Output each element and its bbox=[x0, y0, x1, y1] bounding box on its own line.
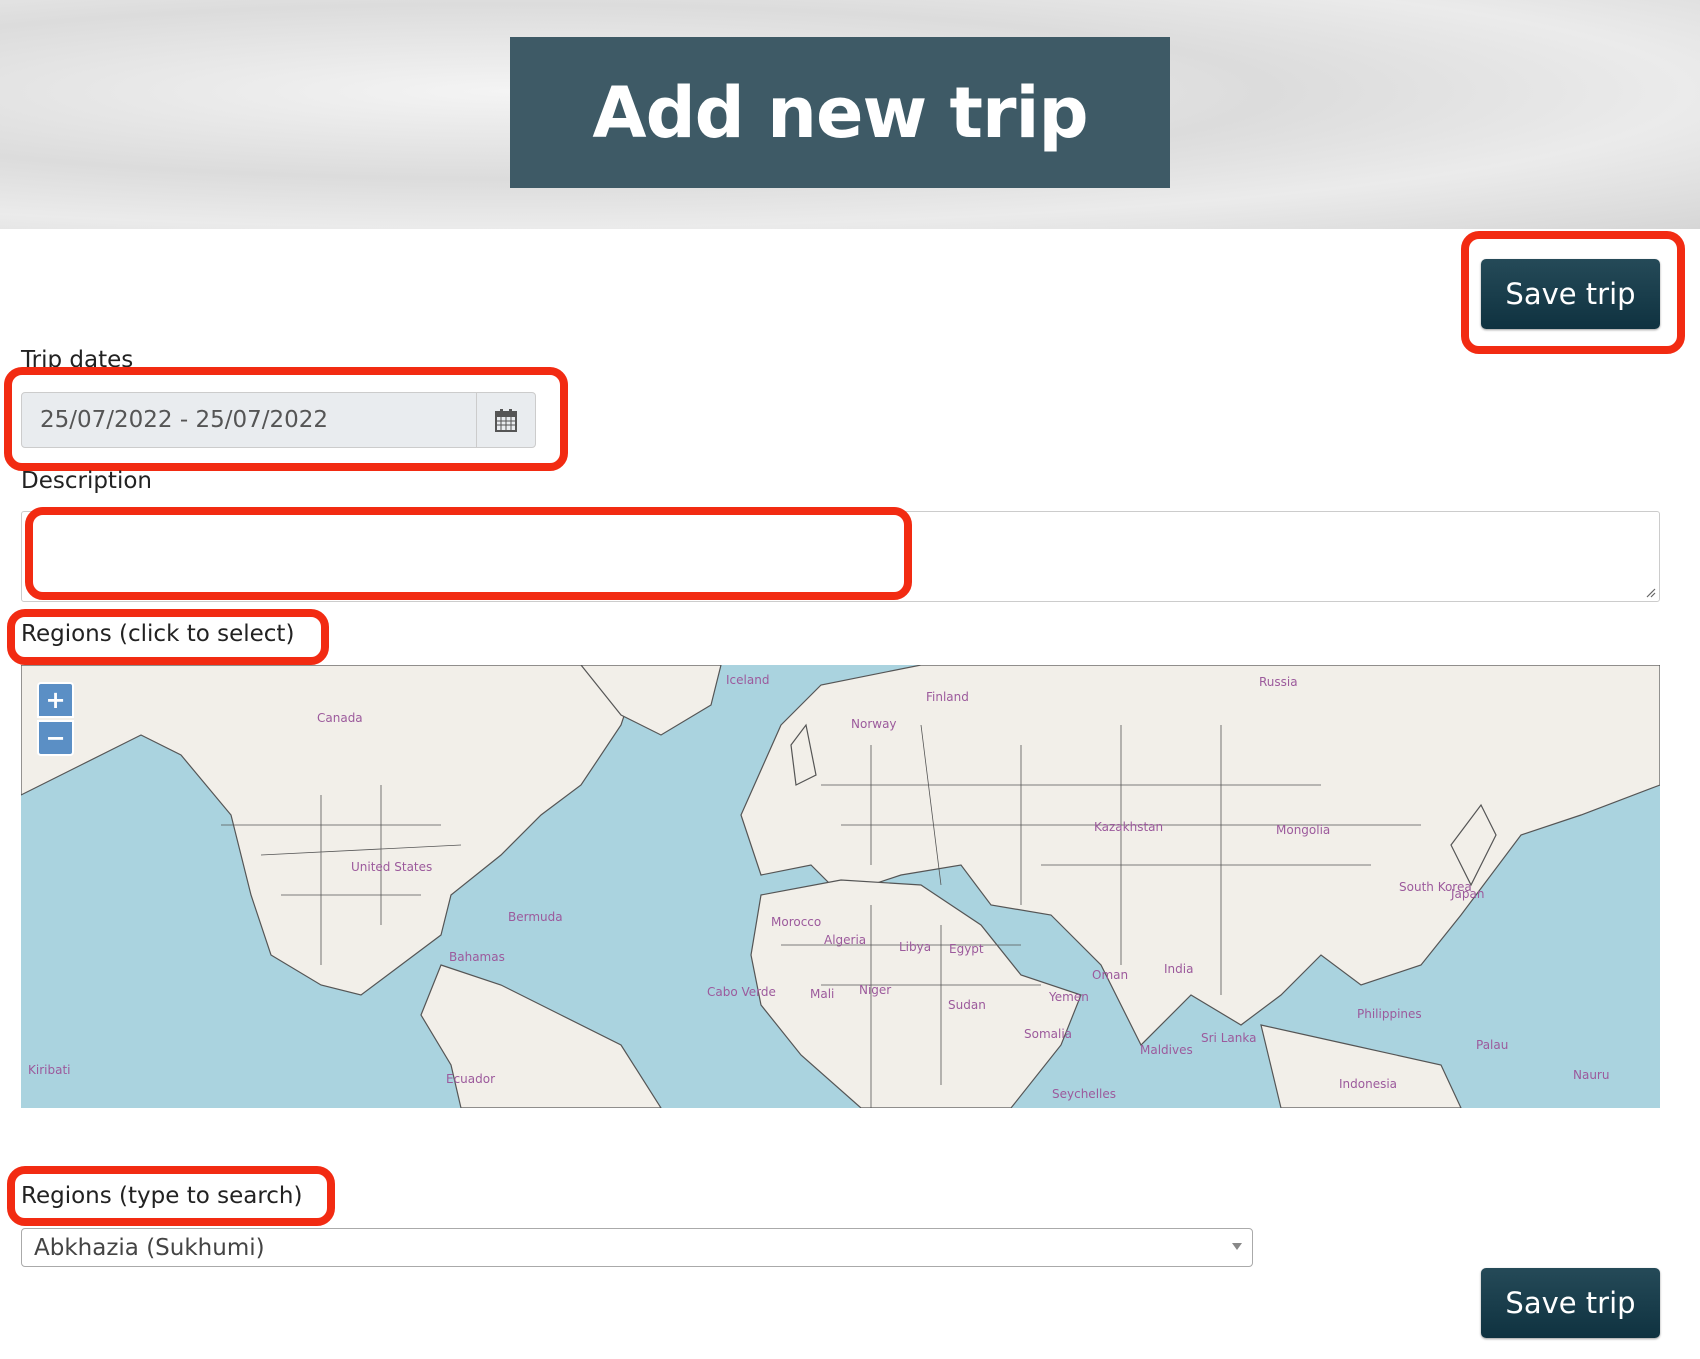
indonesia bbox=[1261, 1025, 1461, 1108]
regions-map-label: Regions (click to select) bbox=[21, 621, 294, 647]
map-label: Somalia bbox=[1024, 1027, 1072, 1041]
map-label: Bermuda bbox=[508, 910, 563, 924]
regions-search-select[interactable]: Abkhazia (Sukhumi) bbox=[21, 1228, 1253, 1267]
calendar-icon bbox=[495, 408, 517, 432]
south-america bbox=[421, 965, 661, 1108]
regions-search-label: Regions (type to search) bbox=[21, 1183, 302, 1209]
map-label: United States bbox=[351, 860, 432, 874]
map-label: Norway bbox=[851, 717, 897, 731]
map-label: Algeria bbox=[824, 933, 866, 947]
trip-dates-label: Trip dates bbox=[21, 347, 133, 373]
map-label: Finland bbox=[926, 690, 969, 704]
description-label: Description bbox=[21, 468, 152, 494]
map-label: Indonesia bbox=[1339, 1077, 1397, 1091]
map-label: Yemen bbox=[1049, 990, 1089, 1004]
map-label: Bahamas bbox=[449, 950, 505, 964]
map-label: Philippines bbox=[1357, 1007, 1422, 1021]
map-label: Palau bbox=[1476, 1038, 1508, 1052]
map-label: Libya bbox=[899, 940, 931, 954]
map-label: Morocco bbox=[771, 915, 821, 929]
map-label: Japan bbox=[1451, 887, 1484, 901]
zoom-in-button[interactable]: + bbox=[37, 682, 74, 718]
save-trip-button-top[interactable]: Save trip bbox=[1481, 259, 1660, 329]
header-banner: Add new trip bbox=[0, 0, 1700, 229]
page-title-box: Add new trip bbox=[510, 37, 1170, 188]
map-label: Canada bbox=[317, 711, 363, 725]
map-label: Maldives bbox=[1140, 1043, 1193, 1057]
regions-map[interactable]: + − Canada Russia United States Bermuda … bbox=[21, 665, 1660, 1108]
map-label: Seychelles bbox=[1052, 1087, 1116, 1101]
map-label: Russia bbox=[1259, 675, 1298, 689]
save-trip-button-bottom[interactable]: Save trip bbox=[1481, 1268, 1660, 1338]
map-label: Oman bbox=[1092, 968, 1128, 982]
map-label: Egypt bbox=[949, 942, 984, 956]
description-textarea[interactable] bbox=[21, 511, 1660, 602]
map-label: Mongolia bbox=[1276, 823, 1330, 837]
trip-dates-value: 25/07/2022 - 25/07/2022 bbox=[22, 393, 476, 447]
map-label: Cabo Verde bbox=[707, 985, 776, 999]
map-label: India bbox=[1164, 962, 1193, 976]
map-label: Sudan bbox=[948, 998, 986, 1012]
map-label: Sri Lanka bbox=[1201, 1031, 1256, 1045]
map-label: Mali bbox=[810, 987, 834, 1001]
chevron-down-icon bbox=[1232, 1243, 1242, 1250]
map-label: Niger bbox=[859, 983, 891, 997]
map-label: Iceland bbox=[726, 673, 769, 687]
resize-handle-icon[interactable] bbox=[1644, 586, 1656, 598]
map-label: Nauru bbox=[1573, 1068, 1609, 1082]
zoom-out-button[interactable]: − bbox=[37, 720, 74, 756]
trip-dates-input[interactable]: 25/07/2022 - 25/07/2022 bbox=[21, 392, 536, 448]
map-label: Kiribati bbox=[28, 1063, 70, 1077]
page-title: Add new trip bbox=[592, 72, 1087, 154]
calendar-button[interactable] bbox=[476, 393, 535, 447]
map-label: Kazakhstan bbox=[1094, 820, 1163, 834]
regions-selected-value: Abkhazia (Sukhumi) bbox=[34, 1235, 265, 1261]
map-label: Ecuador bbox=[446, 1072, 495, 1086]
